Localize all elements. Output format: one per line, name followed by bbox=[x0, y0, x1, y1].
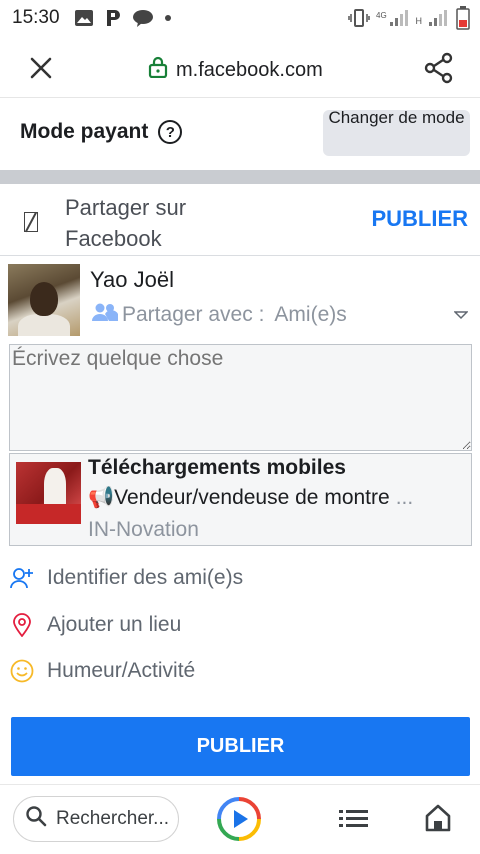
publish-top-button[interactable]: PUBLIER bbox=[371, 206, 468, 232]
search-button[interactable]: Rechercher... bbox=[13, 796, 179, 842]
location-pin-icon bbox=[10, 613, 34, 638]
search-icon bbox=[24, 804, 48, 834]
attachment-ellipsis: ... bbox=[395, 486, 414, 509]
mode-title-label: Mode payant bbox=[20, 120, 149, 143]
share-icon[interactable] bbox=[424, 52, 454, 84]
tag-friends-label: Identifier des ami(e)s bbox=[47, 566, 244, 589]
avatar bbox=[8, 264, 80, 336]
attachment-source: IN-Novation bbox=[88, 518, 199, 541]
attachment-title: Téléchargements mobiles bbox=[88, 456, 346, 479]
battery-icon bbox=[456, 6, 470, 36]
browser-bottom-bar: Rechercher... bbox=[0, 784, 480, 854]
tag-friends-action[interactable]: Identifier des ami(e)s bbox=[0, 556, 480, 600]
add-location-label: Ajouter un lieu bbox=[47, 613, 182, 636]
share-title: Partager sur Facebook bbox=[65, 195, 187, 251]
status-bar: 15:30 4G H bbox=[0, 0, 480, 36]
play-icon[interactable] bbox=[216, 796, 262, 842]
status-indicators: 4G H bbox=[347, 6, 471, 36]
attachment-description: 📢Vendeur/vendeuse de montre bbox=[88, 486, 390, 509]
add-location-action[interactable]: Ajouter un lieu bbox=[0, 603, 480, 647]
attachment-description-row: 📢Vendeur/vendeuse de montre ... bbox=[88, 486, 468, 510]
home-icon[interactable] bbox=[424, 803, 452, 833]
audience-value: Ami(e)s bbox=[274, 303, 347, 326]
attachment-thumbnail bbox=[16, 462, 81, 524]
lock-icon bbox=[148, 56, 168, 84]
chevron-down-icon[interactable] bbox=[453, 308, 469, 322]
feeling-activity-action[interactable]: Humeur/Activité bbox=[0, 649, 480, 693]
url-text: m.facebook.com bbox=[176, 58, 323, 81]
browser-url-bar: m.facebook.com bbox=[0, 36, 480, 98]
mode-title: Mode payant ? bbox=[20, 120, 183, 144]
mode-row: Mode payant ? Changer de mode bbox=[0, 98, 480, 170]
post-text-input[interactable] bbox=[9, 344, 472, 451]
change-mode-button[interactable]: Changer de mode bbox=[323, 110, 470, 156]
url-display[interactable]: m.facebook.com bbox=[148, 56, 323, 84]
audience-prefix: Partager avec : bbox=[122, 303, 265, 326]
search-label: Rechercher... bbox=[56, 808, 169, 829]
chat-bubble-icon bbox=[132, 8, 154, 28]
gallery-icon bbox=[74, 8, 94, 28]
author-name: Yao Joël bbox=[90, 267, 174, 292]
smiley-icon bbox=[10, 659, 34, 683]
audience-selector[interactable]: Partager avec : Ami(e)s bbox=[92, 302, 347, 328]
vibrate-icon bbox=[347, 8, 370, 34]
link-attachment[interactable]: Téléchargements mobiles 📢Vendeur/vendeus… bbox=[9, 453, 472, 546]
list-icon[interactable] bbox=[339, 807, 369, 831]
p-app-icon bbox=[104, 8, 122, 28]
broken-image-icon bbox=[24, 212, 38, 232]
friends-icon bbox=[92, 302, 119, 328]
signal-2-icon bbox=[428, 8, 450, 34]
feeling-activity-label: Humeur/Activité bbox=[47, 659, 196, 682]
section-divider bbox=[0, 170, 480, 184]
network-type-label: H bbox=[415, 16, 423, 26]
notification-dot-icon bbox=[164, 14, 172, 22]
close-icon[interactable] bbox=[26, 53, 56, 83]
publish-button[interactable]: PUBLIER bbox=[11, 717, 470, 776]
signal-1-icon: 4G bbox=[376, 8, 410, 34]
clock: 15:30 bbox=[12, 7, 60, 28]
change-mode-label: Changer de mode bbox=[328, 110, 465, 127]
author-row: Yao Joël Partager avec : Ami(e)s bbox=[0, 256, 480, 342]
help-icon[interactable]: ? bbox=[158, 120, 183, 144]
share-header: Partager sur Facebook PUBLIER bbox=[0, 184, 480, 256]
svg-text:4G: 4G bbox=[376, 11, 387, 20]
tag-friends-icon bbox=[10, 566, 34, 590]
